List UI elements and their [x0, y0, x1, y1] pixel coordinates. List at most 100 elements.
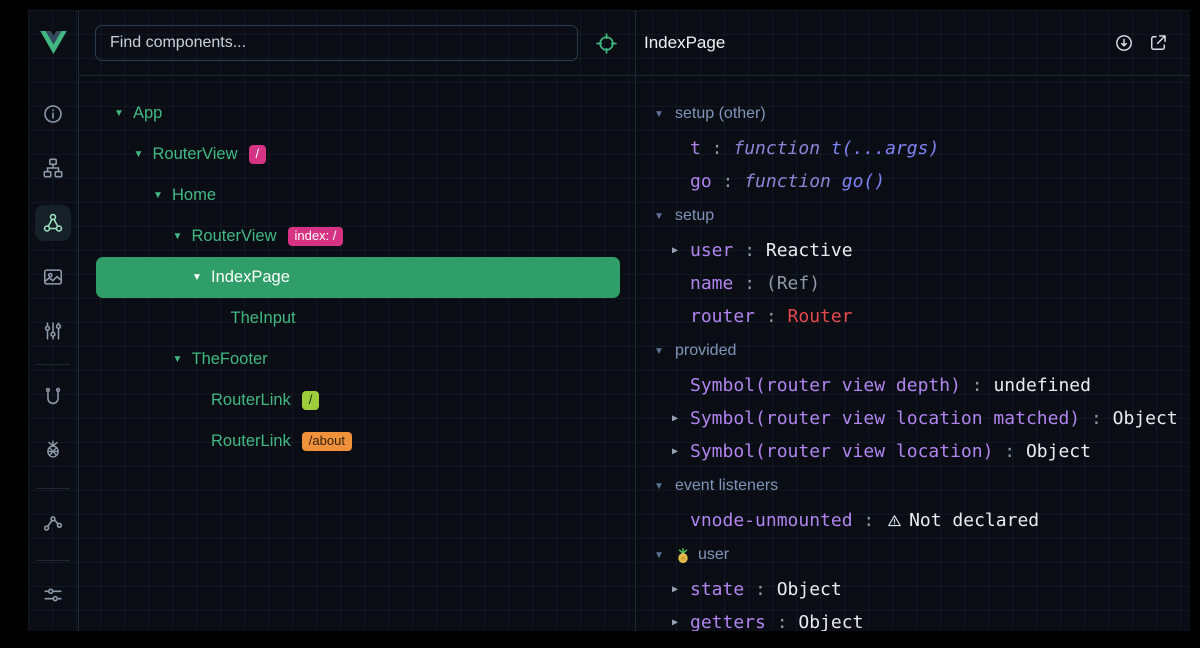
state-row-getters[interactable]: ▶getters : Object	[654, 606, 1178, 631]
section-title: event listeners	[675, 477, 778, 495]
tree-node-home-2[interactable]: ▼Home	[96, 175, 620, 216]
state-value: Object	[1026, 441, 1091, 462]
open-in-editor-icon[interactable]	[1146, 31, 1170, 55]
pages-icon[interactable]	[35, 259, 71, 295]
tree-node-routerlink-7[interactable]: RouterLink /	[96, 380, 620, 421]
tree-node-label: TheInput	[231, 309, 296, 328]
sidebar-divider	[36, 488, 70, 489]
expand-arrow-icon[interactable]: ▶	[672, 584, 690, 595]
info-icon[interactable]	[35, 96, 71, 132]
route-badge: /	[302, 391, 320, 411]
state-key: vnode-unmounted	[690, 510, 853, 531]
state-row-go: go : function go()	[654, 165, 1178, 198]
key-value-separator: :	[733, 240, 766, 261]
state-value: Object	[798, 612, 863, 631]
expand-arrow-icon[interactable]: ▶	[672, 245, 690, 256]
state-key: t	[690, 138, 701, 159]
sidebar	[28, 10, 79, 631]
routes-icon[interactable]	[35, 379, 71, 415]
scroll-to-component-icon[interactable]	[1112, 31, 1136, 55]
search-input[interactable]	[95, 25, 578, 61]
expand-arrow-icon[interactable]: ▼	[153, 190, 172, 201]
tree-node-routerview-1[interactable]: ▼RouterView/	[96, 134, 620, 175]
expand-arrow-icon[interactable]: ▼	[114, 108, 133, 119]
state-key: state	[690, 579, 744, 600]
tree-node-label: RouterLink	[211, 391, 291, 410]
key-value-separator: :	[701, 138, 734, 159]
tree-node-label: IndexPage	[211, 268, 290, 287]
section-title: provided	[675, 342, 736, 360]
pinia-icon[interactable]	[35, 430, 71, 466]
key-value-separator: :	[755, 306, 788, 327]
key-value-separator: :	[766, 612, 799, 631]
state-key: go	[690, 171, 712, 192]
settings-icon[interactable]	[35, 577, 71, 613]
state-row-Symbol-router-view-location-matched-[interactable]: ▶Symbol(router view location matched) : …	[654, 402, 1178, 435]
key-value-separator: :	[712, 171, 745, 192]
expand-arrow-icon[interactable]: ▼	[134, 149, 153, 160]
state-row-router: router : Router	[654, 300, 1178, 333]
state-key: getters	[690, 612, 766, 631]
tree-node-routerlink-8[interactable]: RouterLink/about	[96, 421, 620, 462]
function-signature: t(...args)	[831, 138, 939, 159]
sidebar-divider	[36, 364, 70, 365]
timeline-icon[interactable]	[35, 505, 71, 541]
inspector-title: IndexPage	[644, 33, 725, 53]
expand-arrow-icon[interactable]: ▼	[192, 272, 211, 283]
route-badge: index: /	[288, 227, 344, 247]
state-row-Symbol-router-view-location-[interactable]: ▶Symbol(router view location) : Object	[654, 435, 1178, 468]
levels-icon[interactable]	[35, 313, 71, 349]
section-header-provided[interactable]: ▼provided	[654, 333, 1178, 369]
state-key: Symbol(router view location)	[690, 441, 993, 462]
section-header-event-listeners[interactable]: ▼event listeners	[654, 468, 1178, 504]
state-row-user[interactable]: ▶user : Reactive	[654, 234, 1178, 267]
tree-node-routerview-3[interactable]: ▼RouterView index: /	[96, 216, 620, 257]
tree-node-app-0[interactable]: ▼App	[96, 93, 620, 134]
expand-arrow-icon[interactable]: ▶	[672, 446, 690, 457]
warning-icon	[887, 513, 902, 528]
section-title: setup	[675, 207, 714, 225]
tree-node-label: RouterLink	[211, 432, 291, 451]
expand-arrow-icon[interactable]: ▼	[173, 231, 192, 242]
key-value-separator: :	[1080, 408, 1113, 429]
select-component-in-page-icon[interactable]	[590, 27, 622, 59]
section-header-setup[interactable]: ▼setup	[654, 198, 1178, 234]
collapse-arrow-icon: ▼	[654, 346, 675, 357]
function-signature: go()	[842, 171, 885, 192]
hierarchy-icon[interactable]	[35, 150, 71, 186]
collapse-arrow-icon: ▼	[654, 211, 675, 222]
tree-node-theinput-5[interactable]: TheInput	[96, 298, 620, 339]
expand-arrow-icon[interactable]: ▼	[173, 354, 192, 365]
state-row-t: t : function t(...args)	[654, 132, 1178, 165]
expand-arrow-icon[interactable]: ▶	[672, 617, 690, 628]
section-header-user[interactable]: ▼user	[654, 537, 1178, 573]
section-title: setup (other)	[675, 105, 766, 123]
collapse-arrow-icon: ▼	[654, 481, 675, 492]
expand-arrow-icon[interactable]: ▶	[672, 413, 690, 424]
component-tree: ▼App▼RouterView/▼Home▼RouterViewindex: /…	[79, 76, 635, 631]
state-value: Not declared	[909, 510, 1039, 531]
inspector-header-actions	[1112, 31, 1170, 55]
sidebar-divider	[36, 560, 70, 561]
state-row-vnode-unmounted: vnode-unmounted : Not declared	[654, 504, 1178, 537]
state-key: Symbol(router view location matched)	[690, 408, 1080, 429]
tree-node-label: Home	[172, 186, 216, 205]
tree-node-label: RouterView	[192, 227, 277, 246]
tree-node-label: RouterView	[153, 145, 238, 164]
tree-node-label: App	[133, 104, 162, 123]
state-inspector: ▼setup (other)t : function t(...args)go …	[636, 76, 1190, 631]
state-row-state[interactable]: ▶state : Object	[654, 573, 1178, 606]
key-value-separator: :	[993, 441, 1026, 462]
vue-logo	[28, 10, 78, 75]
state-key: Symbol(router view depth)	[690, 375, 961, 396]
components-icon[interactable]	[35, 205, 71, 241]
state-value: Reactive	[766, 240, 853, 261]
section-header-setup-other-[interactable]: ▼setup (other)	[654, 96, 1178, 132]
function-keyword: function	[744, 171, 842, 192]
state-row-name: name : (Ref)	[654, 267, 1178, 300]
section-title: user	[698, 546, 729, 564]
state-value: Router	[788, 306, 853, 327]
tree-node-indexpage-4[interactable]: ▼IndexPage	[96, 257, 620, 298]
tree-node-thefooter-6[interactable]: ▼TheFooter	[96, 339, 620, 380]
state-value: (Ref)	[766, 273, 820, 294]
